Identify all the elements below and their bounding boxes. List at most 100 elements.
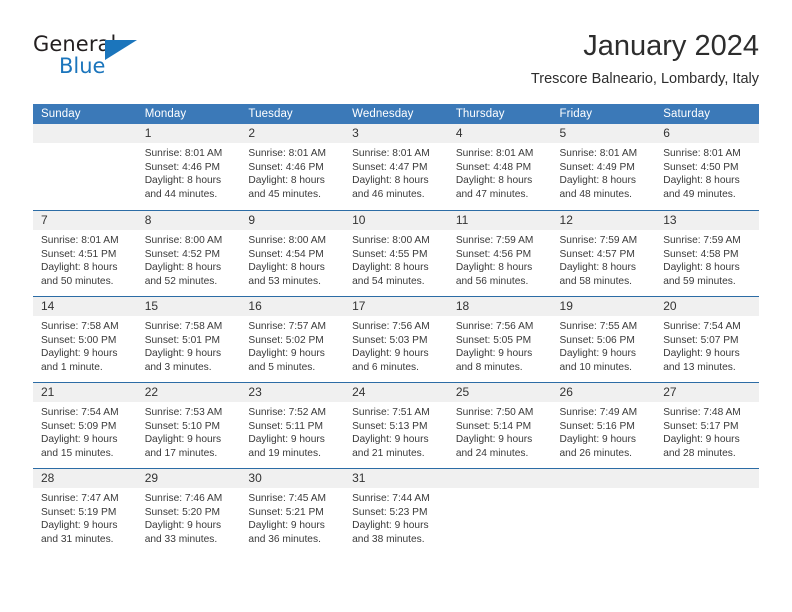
- calendar-day[interactable]: 9 Sunrise: 8:00 AM Sunset: 4:54 PM Daylig…: [240, 210, 345, 296]
- day-sun-details: Sunrise: 8:01 AM Sunset: 4:46 PM Dayligh…: [144, 148, 223, 200]
- page-header: General Blue January 2024 Trescore Balne…: [33, 28, 759, 96]
- calendar-cell: 12 Sunrise: 7:59 AM Sunset: 4:57 PM Dayli…: [551, 210, 656, 296]
- day-sun-details: Sunrise: 8:00 AM Sunset: 4:55 PM Dayligh…: [352, 235, 430, 287]
- page-title: January 2024: [583, 30, 759, 62]
- calendar-week-row: 21 Sunrise: 7:54 AM Sunset: 5:09 PM Dayli…: [33, 382, 759, 468]
- calendar-day[interactable]: 12 Sunrise: 7:59 AM Sunset: 4:57 PM Dayli…: [551, 210, 656, 296]
- day-sun-details: Sunrise: 7:56 AM Sunset: 5:05 PM Dayligh…: [455, 321, 534, 373]
- weekday-header-tuesday: Tuesday: [240, 104, 345, 124]
- calendar-day[interactable]: 16 Sunrise: 7:57 AM Sunset: 5:02 PM Dayli…: [240, 296, 345, 382]
- calendar-day[interactable]: 11 Sunrise: 7:59 AM Sunset: 4:56 PM Dayli…: [447, 210, 552, 296]
- day-sun-details: Sunrise: 7:45 AM Sunset: 5:21 PM Dayligh…: [248, 493, 326, 545]
- calendar-head: Sunday Monday Tuesday Wednesday Thursday…: [33, 104, 759, 124]
- calendar-day[interactable]: 25 Sunrise: 7:50 AM Sunset: 5:14 PM Dayli…: [447, 382, 552, 468]
- calendar-day[interactable]: 8 Sunrise: 8:00 AM Sunset: 4:52 PM Daylig…: [136, 210, 241, 296]
- calendar-cell: 1 Sunrise: 8:01 AM Sunset: 4:46 PM Daylig…: [136, 124, 241, 210]
- calendar-day[interactable]: 10 Sunrise: 8:00 AM Sunset: 4:55 PM Dayli…: [344, 210, 448, 296]
- day-sun-details: Sunrise: 8:01 AM Sunset: 4:51 PM Dayligh…: [41, 235, 119, 287]
- day-number: 27: [655, 383, 759, 402]
- day-sun-details: Sunrise: 7:59 AM Sunset: 4:56 PM Dayligh…: [455, 235, 534, 287]
- calendar-cell: 20 Sunrise: 7:54 AM Sunset: 5:07 PM Dayli…: [655, 296, 759, 382]
- calendar-day[interactable]: 17 Sunrise: 7:56 AM Sunset: 5:03 PM Dayli…: [344, 296, 448, 382]
- calendar-day[interactable]: 13 Sunrise: 7:59 AM Sunset: 4:58 PM Dayli…: [655, 210, 759, 296]
- calendar-cell: 2 Sunrise: 8:01 AM Sunset: 4:46 PM Daylig…: [240, 124, 345, 210]
- calendar-day[interactable]: 23 Sunrise: 7:52 AM Sunset: 5:11 PM Dayli…: [240, 382, 345, 468]
- calendar-day[interactable]: 27 Sunrise: 7:48 AM Sunset: 5:17 PM Dayli…: [655, 382, 759, 468]
- calendar-cell: 19 Sunrise: 7:55 AM Sunset: 5:06 PM Dayli…: [551, 296, 656, 382]
- day-number: 22: [136, 383, 241, 402]
- calendar-day[interactable]: 28 Sunrise: 7:47 AM Sunset: 5:19 PM Dayli…: [33, 468, 137, 554]
- weekday-header-row: Sunday Monday Tuesday Wednesday Thursday…: [33, 104, 759, 124]
- calendar-day[interactable]: 1 Sunrise: 8:01 AM Sunset: 4:46 PM Daylig…: [136, 124, 241, 210]
- day-sun-details: Sunrise: 8:01 AM Sunset: 4:50 PM Dayligh…: [663, 148, 741, 200]
- calendar-cell: 24 Sunrise: 7:51 AM Sunset: 5:13 PM Dayli…: [344, 382, 448, 468]
- day-number: 15: [136, 297, 241, 316]
- day-sun-details: Sunrise: 8:01 AM Sunset: 4:49 PM Dayligh…: [559, 148, 638, 200]
- day-number: 14: [33, 297, 137, 316]
- calendar-table: Sunday Monday Tuesday Wednesday Thursday…: [33, 104, 759, 554]
- calendar-day[interactable]: 29 Sunrise: 7:46 AM Sunset: 5:20 PM Dayli…: [136, 468, 241, 554]
- calendar-day[interactable]: 26 Sunrise: 7:49 AM Sunset: 5:16 PM Dayli…: [551, 382, 656, 468]
- calendar-cell: [655, 468, 759, 554]
- day-sun-details: Sunrise: 7:52 AM Sunset: 5:11 PM Dayligh…: [248, 407, 326, 459]
- calendar-day[interactable]: 6 Sunrise: 8:01 AM Sunset: 4:50 PM Daylig…: [655, 124, 759, 210]
- calendar-grid: Sunday Monday Tuesday Wednesday Thursday…: [33, 104, 759, 554]
- calendar-day[interactable]: 7 Sunrise: 8:01 AM Sunset: 4:51 PM Daylig…: [33, 210, 137, 296]
- calendar-cell: 15 Sunrise: 7:58 AM Sunset: 5:01 PM Dayli…: [136, 296, 241, 382]
- day-sun-details: Sunrise: 7:50 AM Sunset: 5:14 PM Dayligh…: [455, 407, 534, 459]
- day-sun-details: [655, 488, 759, 492]
- day-sun-details: [448, 488, 552, 492]
- day-number: 29: [136, 469, 241, 488]
- day-number: 5: [551, 124, 656, 143]
- calendar-cell: 5 Sunrise: 8:01 AM Sunset: 4:49 PM Daylig…: [551, 124, 656, 210]
- calendar-day[interactable]: 24 Sunrise: 7:51 AM Sunset: 5:13 PM Dayli…: [344, 382, 448, 468]
- day-sun-details: Sunrise: 7:46 AM Sunset: 5:20 PM Dayligh…: [144, 493, 223, 545]
- calendar-cell: [33, 124, 137, 210]
- calendar-day[interactable]: 31 Sunrise: 7:44 AM Sunset: 5:23 PM Dayli…: [344, 468, 448, 554]
- day-sun-details: Sunrise: 8:01 AM Sunset: 4:46 PM Dayligh…: [248, 148, 326, 200]
- calendar-cell: 14 Sunrise: 7:58 AM Sunset: 5:00 PM Dayli…: [33, 296, 137, 382]
- day-sun-details: Sunrise: 7:51 AM Sunset: 5:13 PM Dayligh…: [352, 407, 430, 459]
- calendar-cell: 13 Sunrise: 7:59 AM Sunset: 4:58 PM Dayli…: [655, 210, 759, 296]
- day-number: 11: [447, 211, 552, 230]
- calendar-day[interactable]: 5 Sunrise: 8:01 AM Sunset: 4:49 PM Daylig…: [551, 124, 656, 210]
- calendar-day[interactable]: 2 Sunrise: 8:01 AM Sunset: 4:46 PM Daylig…: [240, 124, 345, 210]
- calendar-day[interactable]: 21 Sunrise: 7:54 AM Sunset: 5:09 PM Dayli…: [33, 382, 137, 468]
- calendar-day[interactable]: 20 Sunrise: 7:54 AM Sunset: 5:07 PM Dayli…: [655, 296, 759, 382]
- day-number: 26: [551, 383, 656, 402]
- weekday-header-wednesday: Wednesday: [344, 104, 448, 124]
- weekday-header-saturday: Saturday: [655, 104, 759, 124]
- day-number: 1: [136, 124, 241, 143]
- calendar-day[interactable]: 3 Sunrise: 8:01 AM Sunset: 4:47 PM Daylig…: [344, 124, 448, 210]
- calendar-day[interactable]: 18 Sunrise: 7:56 AM Sunset: 5:05 PM Dayli…: [447, 296, 552, 382]
- logo-text-general: General: [33, 32, 117, 56]
- calendar-cell: 7 Sunrise: 8:01 AM Sunset: 4:51 PM Daylig…: [33, 210, 137, 296]
- general-blue-logo[interactable]: General Blue: [33, 32, 153, 88]
- day-number: [33, 124, 137, 143]
- day-sun-details: Sunrise: 7:57 AM Sunset: 5:02 PM Dayligh…: [248, 321, 326, 373]
- calendar-cell: 28 Sunrise: 7:47 AM Sunset: 5:19 PM Dayli…: [33, 468, 137, 554]
- day-number: 19: [551, 297, 656, 316]
- calendar-cell: 10 Sunrise: 8:00 AM Sunset: 4:55 PM Dayli…: [344, 210, 448, 296]
- weekday-header-thursday: Thursday: [447, 104, 552, 124]
- calendar-day[interactable]: 14 Sunrise: 7:58 AM Sunset: 5:00 PM Dayli…: [33, 296, 137, 382]
- calendar-day[interactable]: 30 Sunrise: 7:45 AM Sunset: 5:21 PM Dayli…: [240, 468, 345, 554]
- calendar-week-row: 14 Sunrise: 7:58 AM Sunset: 5:00 PM Dayli…: [33, 296, 759, 382]
- weekday-header-friday: Friday: [551, 104, 656, 124]
- calendar-cell: 22 Sunrise: 7:53 AM Sunset: 5:10 PM Dayli…: [136, 382, 241, 468]
- day-sun-details: Sunrise: 8:00 AM Sunset: 4:54 PM Dayligh…: [248, 235, 326, 287]
- calendar-cell: [447, 468, 552, 554]
- calendar-day-empty: [551, 468, 656, 554]
- calendar-day[interactable]: 4 Sunrise: 8:01 AM Sunset: 4:48 PM Daylig…: [447, 124, 552, 210]
- day-number: [551, 469, 656, 488]
- day-sun-details: Sunrise: 7:44 AM Sunset: 5:23 PM Dayligh…: [352, 493, 430, 545]
- calendar-day-empty: [33, 124, 137, 210]
- day-sun-details: Sunrise: 8:01 AM Sunset: 4:47 PM Dayligh…: [352, 148, 430, 200]
- calendar-day[interactable]: 19 Sunrise: 7:55 AM Sunset: 5:06 PM Dayli…: [551, 296, 656, 382]
- calendar-cell: 31 Sunrise: 7:44 AM Sunset: 5:23 PM Dayli…: [344, 468, 448, 554]
- day-sun-details: Sunrise: 7:49 AM Sunset: 5:16 PM Dayligh…: [559, 407, 638, 459]
- day-sun-details: Sunrise: 7:58 AM Sunset: 5:01 PM Dayligh…: [144, 321, 223, 373]
- calendar-day[interactable]: 22 Sunrise: 7:53 AM Sunset: 5:10 PM Dayli…: [136, 382, 241, 468]
- calendar-day[interactable]: 15 Sunrise: 7:58 AM Sunset: 5:01 PM Dayli…: [136, 296, 241, 382]
- triangle-flag-icon: [105, 40, 137, 60]
